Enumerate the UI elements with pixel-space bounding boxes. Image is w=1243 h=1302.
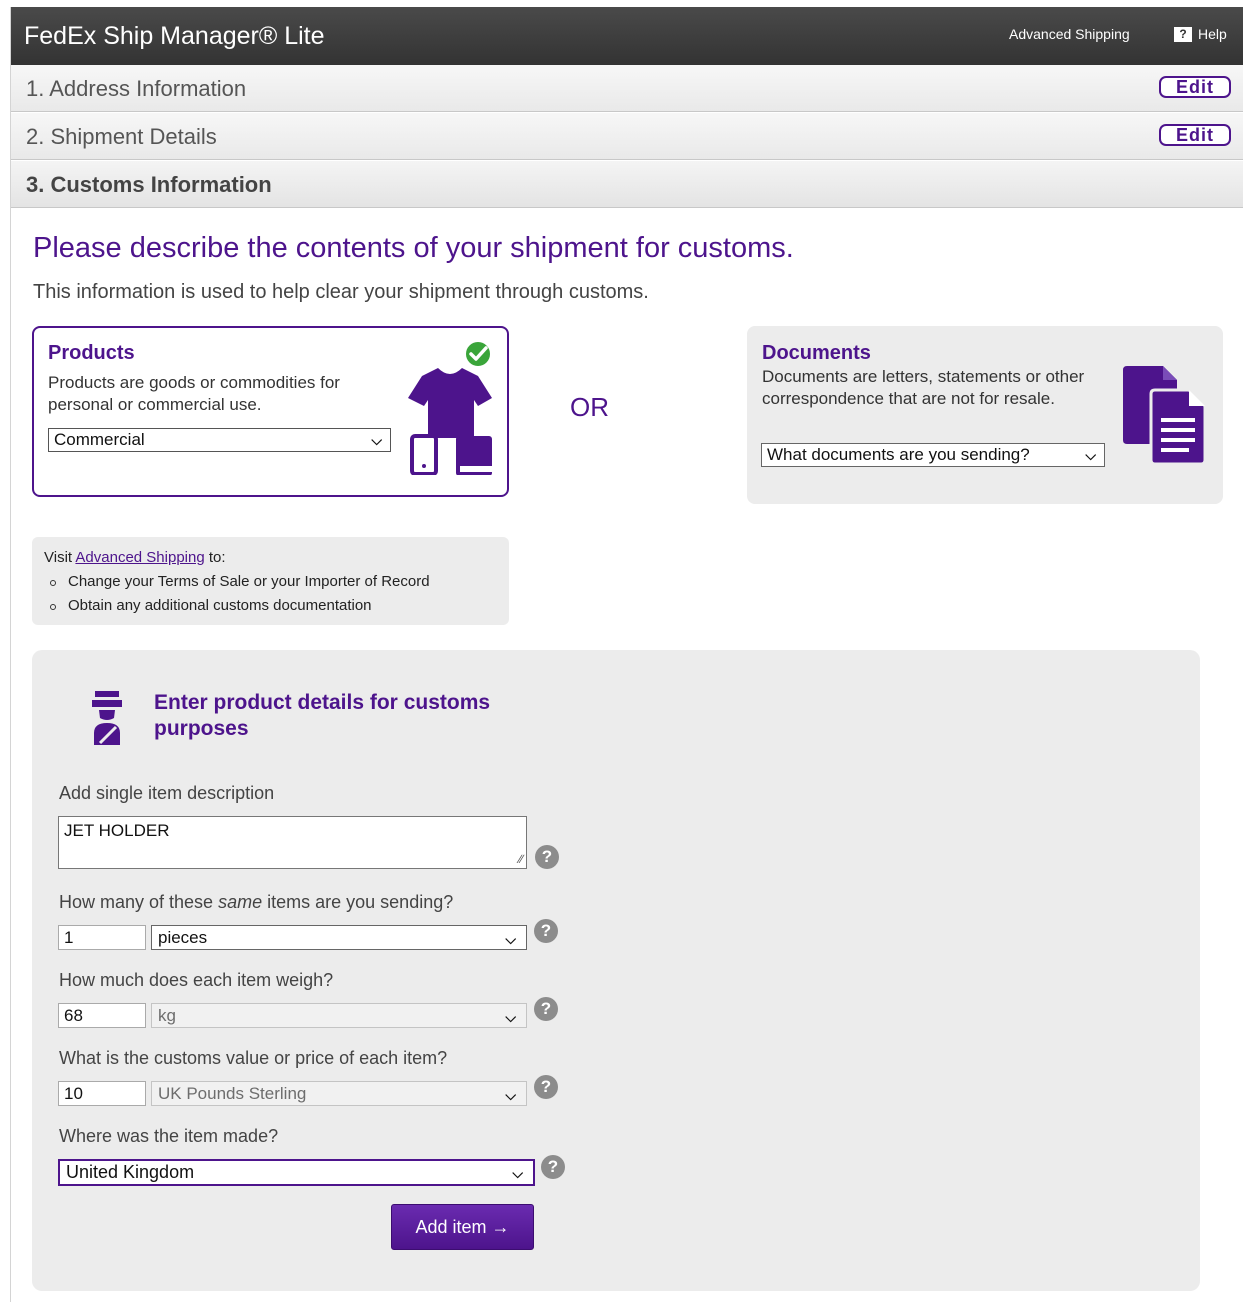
app-header: FedEx Ship Manager® Lite Advanced Shippi… (11, 7, 1243, 65)
chevron-down-icon: ⌵ (505, 1009, 516, 1025)
value-input[interactable]: 10 (58, 1081, 146, 1106)
list-item: Obtain any additional customs documentat… (50, 594, 430, 618)
value-help-icon[interactable]: ? (534, 1075, 558, 1099)
chevron-down-icon: ⌵ (512, 1165, 523, 1181)
help-link[interactable]: ? Help (1174, 26, 1227, 42)
customs-officer-icon (92, 691, 122, 745)
advanced-shipping-link[interactable]: Advanced Shipping (1009, 26, 1130, 42)
step-customs-information: 3. Customs Information (11, 161, 1243, 208)
advanced-shipping-note-link[interactable]: Advanced Shipping (75, 549, 204, 566)
products-type-select[interactable]: Commercial ⌵ (48, 428, 391, 452)
edit-address-button[interactable]: Edit (1159, 76, 1231, 98)
or-separator: OR (570, 392, 609, 422)
documents-type-select[interactable]: What documents are you sending? ⌵ (761, 443, 1105, 467)
app-title: FedEx Ship Manager® Lite (24, 22, 325, 50)
description-label: Add single item description (59, 783, 275, 803)
origin-help-icon[interactable]: ? (541, 1155, 565, 1179)
step-shipment-details: 2. Shipment Details Edit (11, 113, 1243, 160)
value-label: What is the customs value or price of ea… (59, 1048, 448, 1068)
country-of-manufacture-select[interactable]: United Kingdom ⌵ (58, 1159, 535, 1186)
advanced-note-intro: Visit Advanced Shipping to: (44, 549, 226, 566)
chevron-down-icon: ⌵ (505, 1087, 516, 1103)
documents-title: Documents (762, 342, 871, 364)
documents-illustration-icon (1123, 366, 1207, 466)
weight-unit-select: kg ⌵ (151, 1003, 527, 1028)
edit-shipment-button[interactable]: Edit (1159, 124, 1231, 146)
country-value: United Kingdom (66, 1162, 195, 1182)
currency-value: UK Pounds Sterling (158, 1084, 307, 1103)
quantity-label-pre: How many of these (59, 892, 214, 912)
step-label: 2. Shipment Details (26, 124, 217, 149)
item-description-value: JET HOLDER (64, 821, 170, 840)
products-description: Products are goods or commodities for pe… (48, 373, 340, 414)
quantity-label-em: same (218, 892, 263, 912)
weight-help-icon[interactable]: ? (534, 997, 558, 1021)
documents-card[interactable]: Documents Documents are letters, stateme… (747, 326, 1223, 504)
weight-input[interactable]: 68 (58, 1003, 146, 1028)
quantity-unit-select[interactable]: pieces ⌵ (151, 925, 527, 950)
chevron-down-icon: ⌵ (371, 432, 382, 448)
page-heading: Please describe the contents of your shi… (33, 232, 794, 264)
product-details-panel: Enter product details for customs purpos… (32, 650, 1200, 1291)
step-label: 1. Address Information (26, 76, 247, 101)
quantity-input[interactable]: 1 (58, 925, 146, 950)
weight-label: How much does each item weigh? (59, 970, 334, 990)
help-label: Help (1198, 26, 1227, 42)
chevron-down-icon: ⌵ (1085, 447, 1096, 463)
resize-handle-icon[interactable]: ∕∕ (519, 852, 523, 866)
visit-text: Visit (44, 549, 73, 566)
advanced-shipping-note: Visit Advanced Shipping to: Change your … (32, 537, 509, 625)
documents-description: Documents are letters, statements or oth… (762, 367, 1085, 408)
products-type-value: Commercial (54, 430, 145, 449)
products-illustration-icon (408, 340, 492, 475)
page-subheading: This information is used to help clear y… (33, 281, 649, 303)
item-description-field[interactable]: JET HOLDER ∕∕ (58, 816, 527, 869)
origin-label: Where was the item made? (59, 1126, 279, 1146)
products-card[interactable]: Products Products are goods or commoditi… (32, 326, 509, 497)
step-address-information: 1. Address Information Edit (11, 65, 1243, 112)
step-label: 3. Customs Information (26, 172, 272, 197)
products-title: Products (48, 342, 135, 364)
documents-type-value: What documents are you sending? (767, 445, 1030, 464)
help-icon: ? (1174, 26, 1192, 42)
chevron-down-icon: ⌵ (505, 931, 516, 947)
quantity-label: How many of these same items are you sen… (59, 892, 453, 913)
to-text: to: (208, 549, 226, 566)
currency-select: UK Pounds Sterling ⌵ (151, 1081, 527, 1106)
advanced-note-list: Change your Terms of Sale or your Import… (44, 570, 430, 618)
description-help-icon[interactable]: ? (535, 845, 559, 869)
quantity-help-icon[interactable]: ? (534, 919, 558, 943)
quantity-label-post: items are you sending? (267, 892, 454, 912)
weight-unit-value: kg (158, 1006, 176, 1025)
add-item-button[interactable]: Add item → (391, 1204, 534, 1250)
product-details-title: Enter product details for customs purpos… (154, 691, 491, 740)
quantity-unit-value: pieces (158, 928, 208, 947)
list-item: Change your Terms of Sale or your Import… (50, 570, 430, 594)
